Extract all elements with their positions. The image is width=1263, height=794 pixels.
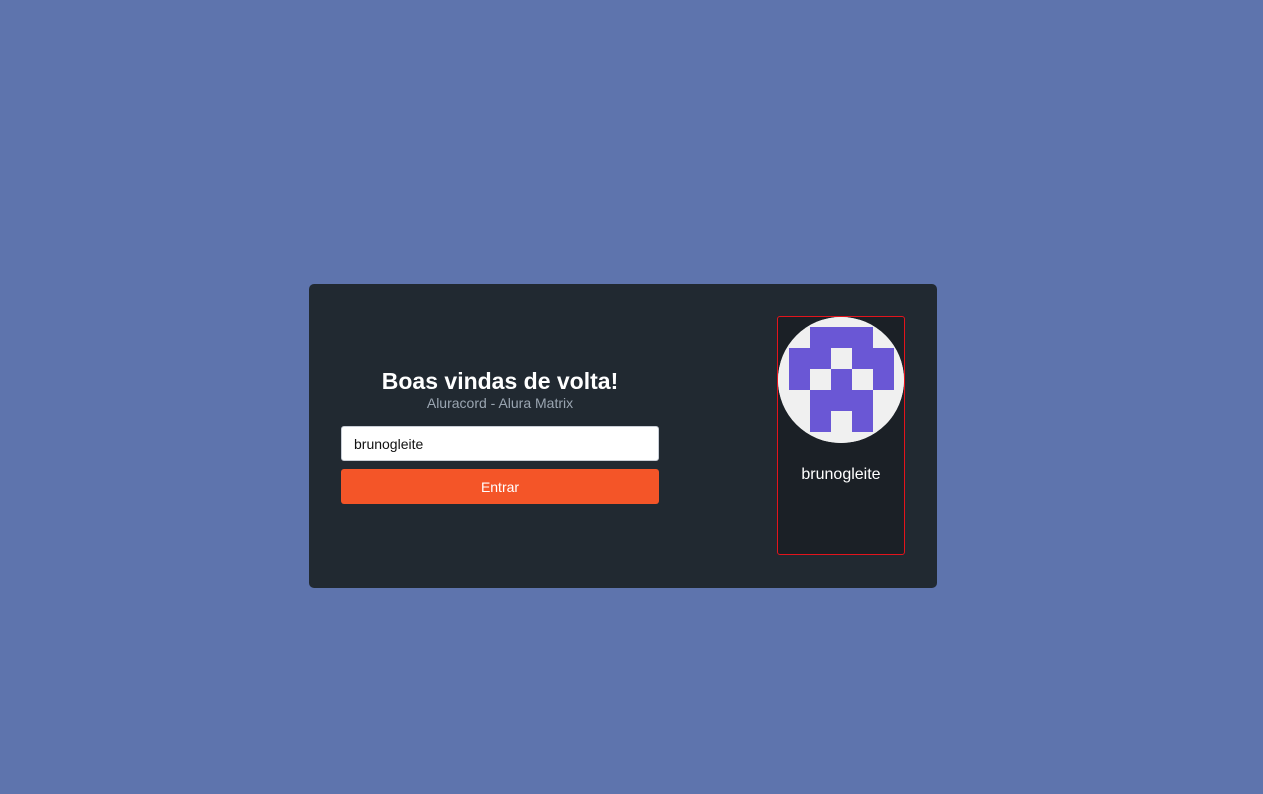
avatar: [778, 317, 904, 443]
app-subtitle: Aluracord - Alura Matrix: [426, 395, 574, 411]
enter-button[interactable]: Entrar: [341, 469, 659, 504]
page-title: Boas vindas de volta!: [381, 368, 619, 394]
login-form: Boas vindas de volta! Aluracord - Alura …: [341, 284, 659, 588]
username-input[interactable]: [341, 426, 659, 461]
profile-preview: brunogleite: [777, 316, 905, 555]
login-card: Boas vindas de volta! Aluracord - Alura …: [309, 284, 937, 588]
profile-username: brunogleite: [801, 466, 881, 483]
